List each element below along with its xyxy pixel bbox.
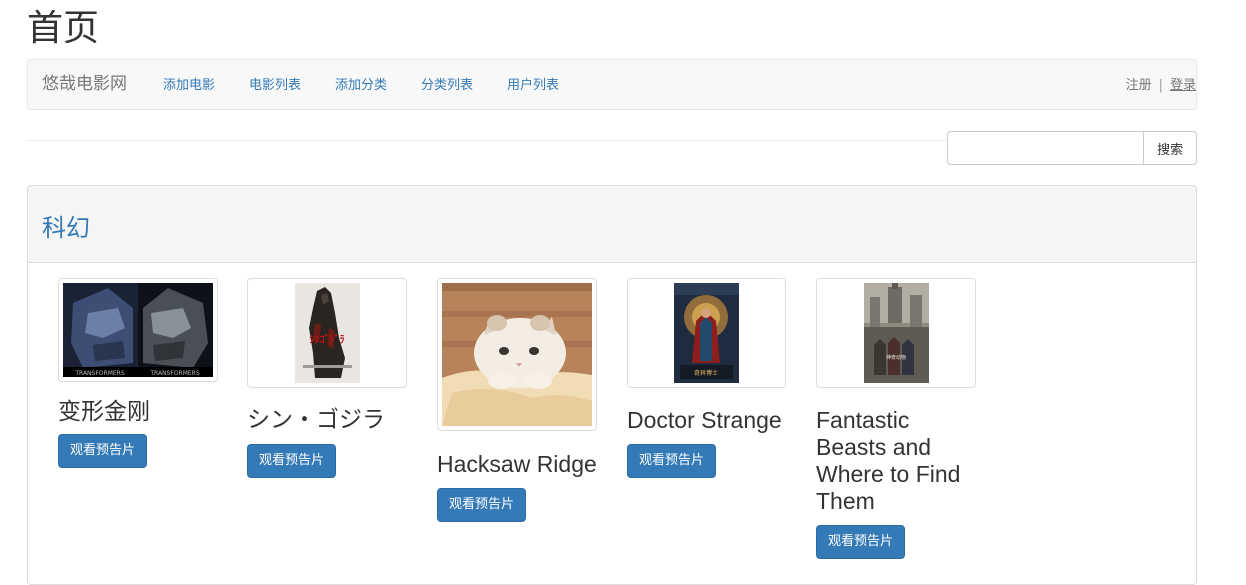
panel-heading: 科幻 xyxy=(28,186,1196,263)
login-link[interactable]: 登录 xyxy=(1170,78,1196,93)
movie-title: Doctor Strange xyxy=(627,407,782,433)
nav-category-list[interactable]: 分类列表 xyxy=(421,60,473,111)
movie-card: ｼﾝｺﾞｼﾞﾗ シン・ゴジラ 观看预告片 xyxy=(247,278,407,478)
movie-thumbnail[interactable]: ｼﾝｺﾞｼﾞﾗ xyxy=(247,278,407,388)
watch-trailer-button[interactable]: 观看预告片 xyxy=(247,444,337,478)
category-panel: 科幻 TRANSFORMERS TRANSFORMERS 变形金刚 观看预告片 xyxy=(27,185,1197,585)
movie-title: シン・ゴジラ xyxy=(247,406,385,432)
movie-thumbnail[interactable]: 奇异博士 xyxy=(627,278,786,388)
search-form: 搜索 xyxy=(947,131,1197,165)
auth-links: 注册 | 登录 xyxy=(1126,60,1196,111)
watch-trailer-button[interactable]: 观看预告片 xyxy=(437,488,527,522)
movie-title: Fantastic Beasts and Where to Find Them xyxy=(816,407,961,514)
nav-movie-list[interactable]: 电影列表 xyxy=(249,60,301,111)
nav-add-movie[interactable]: 添加电影 xyxy=(163,60,215,111)
movie-title: 变形金刚 xyxy=(58,398,150,424)
search-input[interactable] xyxy=(947,131,1144,165)
register-link[interactable]: 注册 xyxy=(1126,78,1152,93)
svg-text:ｼﾝｺﾞｼﾞﾗ: ｼﾝｺﾞｼﾞﾗ xyxy=(309,333,344,346)
movie-card: Hacksaw Ridge 观看预告片 xyxy=(437,278,597,522)
movie-thumbnail[interactable]: 神奇动物 xyxy=(816,278,976,388)
svg-text:神奇动物: 神奇动物 xyxy=(885,354,905,361)
watch-trailer-button[interactable]: 观看预告片 xyxy=(58,434,148,468)
godzilla-poster-icon: ｼﾝｺﾞｼﾞﾗ xyxy=(294,283,360,383)
fantastic-beasts-poster-icon: 神奇动物 xyxy=(863,283,929,383)
watch-trailer-button[interactable]: 观看预告片 xyxy=(627,444,717,478)
movie-thumbnail[interactable] xyxy=(437,278,597,431)
doctor-strange-poster-icon: 奇异博士 xyxy=(674,283,739,383)
page-title: 首页 xyxy=(27,8,100,49)
nav-add-category[interactable]: 添加分类 xyxy=(335,60,387,111)
movie-thumbnail[interactable]: TRANSFORMERS TRANSFORMERS xyxy=(58,278,218,382)
movie-card: 奇异博士 Doctor Strange 观看预告片 xyxy=(627,278,787,478)
category-title[interactable]: 科幻 xyxy=(42,186,1196,271)
svg-text:TRANSFORMERS: TRANSFORMERS xyxy=(74,370,124,377)
movie-title: Hacksaw Ridge xyxy=(437,451,597,477)
auth-separator: | xyxy=(1158,78,1163,93)
nav-user-list[interactable]: 用户列表 xyxy=(507,60,559,111)
watch-trailer-button[interactable]: 观看预告片 xyxy=(816,525,906,559)
transformers-poster-icon: TRANSFORMERS TRANSFORMERS xyxy=(63,283,213,377)
divider xyxy=(27,140,947,141)
cat-photo-icon xyxy=(442,283,592,426)
movie-card: TRANSFORMERS TRANSFORMERS 变形金刚 观看预告片 xyxy=(58,278,218,468)
search-button[interactable]: 搜索 xyxy=(1143,131,1197,165)
svg-text:TRANSFORMERS: TRANSFORMERS xyxy=(149,370,199,377)
navbar: 悠哉电影网 添加电影 电影列表 添加分类 分类列表 用户列表 注册 | 登录 xyxy=(27,59,1197,110)
svg-text:奇异博士: 奇异博士 xyxy=(694,369,718,377)
brand-link[interactable]: 悠哉电影网 xyxy=(42,60,127,109)
movie-card: 神奇动物 Fantastic Beasts and Where to Find … xyxy=(816,278,976,559)
